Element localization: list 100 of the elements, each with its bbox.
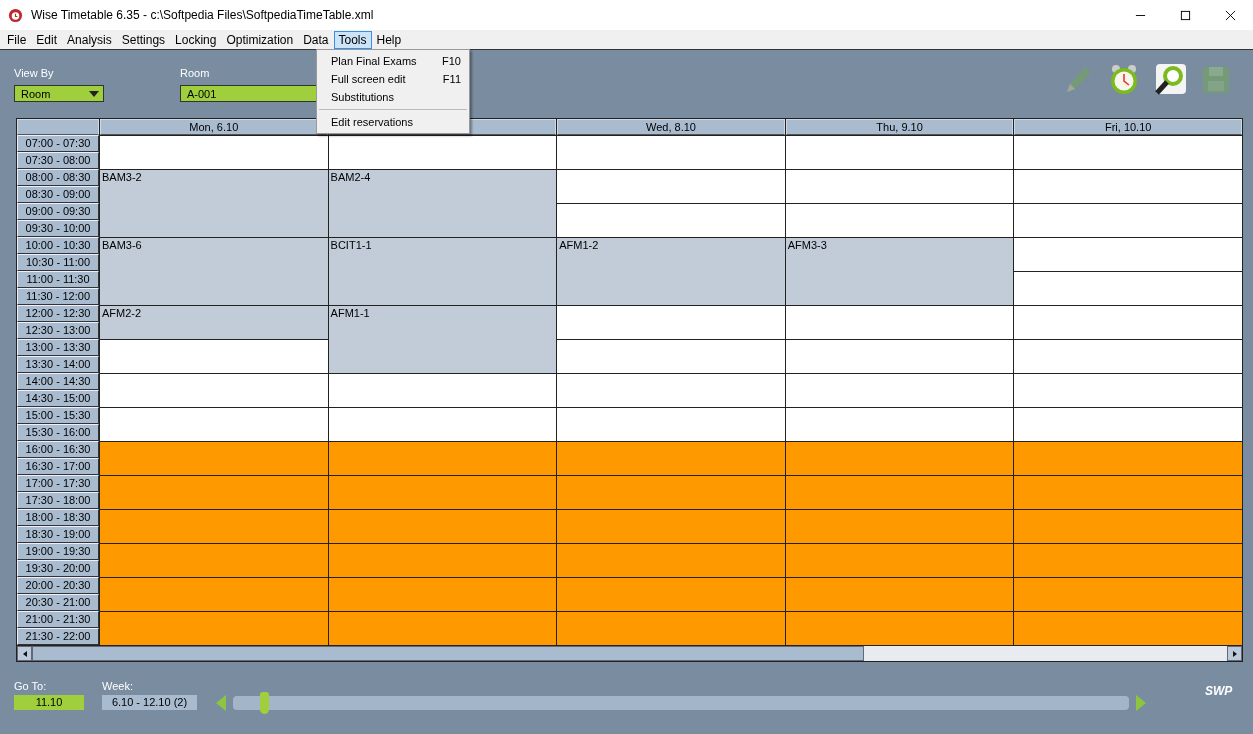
time-slot-label: 19:00 - 19:30	[17, 543, 99, 560]
lesson-cell[interactable]: AFM1-1	[328, 305, 557, 373]
unavailable-cell[interactable]	[1014, 611, 1242, 645]
unavailable-cell[interactable]	[100, 441, 328, 475]
day-header: Mon, 6.10	[100, 119, 328, 135]
time-slot-label: 16:00 - 16:30	[17, 441, 99, 458]
lesson-cell[interactable]: AFM3-3	[785, 237, 1014, 305]
time-slot-label: 08:00 - 08:30	[17, 169, 99, 186]
scroll-right-button[interactable]	[1227, 646, 1242, 661]
unavailable-cell[interactable]	[1014, 475, 1242, 509]
time-slot-label: 17:00 - 17:30	[17, 475, 99, 492]
unavailable-cell[interactable]	[557, 577, 785, 611]
time-slot-label: 12:00 - 12:30	[17, 305, 99, 322]
window-title: Wise Timetable 6.35 - c:\Softpedia Files\SoftpediaTimeTable.xml	[31, 8, 375, 22]
lesson-cell[interactable]: BAM2-4	[328, 169, 557, 237]
unavailable-cell[interactable]	[100, 577, 328, 611]
menu-item[interactable]: Settings	[116, 30, 171, 49]
time-slot-label: 20:00 - 20:30	[17, 577, 99, 594]
time-slot-label: 14:00 - 14:30	[17, 373, 99, 390]
menu-item[interactable]: Help	[371, 30, 407, 49]
time-slot-label: 19:30 - 20:00	[17, 560, 99, 577]
unavailable-cell[interactable]	[785, 577, 1014, 611]
unavailable-cell[interactable]	[100, 509, 328, 543]
time-slot-label: 11:30 - 12:00	[17, 288, 99, 305]
field-label: Week:	[102, 680, 134, 692]
time-slot-label: 10:00 - 10:30	[17, 237, 99, 254]
unavailable-cell[interactable]	[328, 475, 557, 509]
unavailable-cell[interactable]	[557, 611, 785, 645]
day-header: Thu, 9.10	[785, 119, 1014, 135]
unavailable-cell[interactable]	[785, 509, 1014, 543]
time-slot-label: 13:00 - 13:30	[17, 339, 99, 356]
time-slot-label: 08:30 - 09:00	[17, 186, 99, 203]
unavailable-cell[interactable]	[785, 441, 1014, 475]
menu-entry[interactable]: Plan Final Exams F10	[317, 52, 469, 70]
time-slot-label: 21:30 - 22:00	[17, 628, 99, 645]
lesson-cell[interactable]: AFM1-2	[557, 237, 785, 305]
unavailable-cell[interactable]	[328, 577, 557, 611]
unavailable-cell[interactable]	[1014, 543, 1242, 577]
logo-text: SWP	[1205, 683, 1233, 698]
menu-entry[interactable]: Full screen edit F11	[317, 70, 469, 88]
menu-item[interactable]: File	[2, 30, 32, 49]
field-label: View By	[14, 67, 55, 79]
close-icon[interactable]	[1225, 9, 1236, 21]
day-header: Wed, 8.10	[557, 119, 785, 135]
unavailable-cell[interactable]	[785, 475, 1014, 509]
time-slot-label: 15:00 - 15:30	[17, 407, 99, 424]
unavailable-cell[interactable]	[557, 509, 785, 543]
unavailable-cell[interactable]	[1014, 441, 1242, 475]
time-slot-label: 07:00 - 07:30	[17, 135, 99, 152]
time-slot-label: 09:30 - 10:00	[17, 220, 99, 237]
unavailable-cell[interactable]	[100, 475, 328, 509]
menu-item[interactable]: Locking	[170, 30, 222, 49]
caret-icon	[89, 90, 99, 97]
time-slot-label: 15:30 - 16:00	[17, 424, 99, 441]
unavailable-cell[interactable]	[328, 509, 557, 543]
day-header: Fri, 10.10	[1014, 119, 1242, 135]
unavailable-cell[interactable]	[557, 441, 785, 475]
unavailable-cell[interactable]	[557, 543, 785, 577]
unavailable-cell[interactable]	[1014, 577, 1242, 611]
unavailable-cell[interactable]	[100, 611, 328, 645]
time-slot-label: 16:30 - 17:00	[17, 458, 99, 475]
unavailable-cell[interactable]	[785, 611, 1014, 645]
unavailable-cell[interactable]	[328, 611, 557, 645]
scroll-left-button[interactable]	[17, 646, 32, 661]
menu-item[interactable]: Edit	[31, 30, 63, 49]
horizontal-scrollbar[interactable]	[17, 645, 1242, 661]
time-slot-label: 20:30 - 21:00	[17, 594, 99, 611]
time-slot-label: 17:30 - 18:00	[17, 492, 99, 509]
unavailable-cell[interactable]	[328, 543, 557, 577]
menu-entry[interactable]: Substitutions	[317, 88, 469, 106]
unavailable-cell[interactable]	[1014, 509, 1242, 543]
unavailable-cell[interactable]	[328, 441, 557, 475]
time-slot-label: 11:00 - 11:30	[17, 271, 99, 288]
maximize-icon[interactable]	[1180, 9, 1191, 21]
field-label: Go To:	[14, 680, 48, 692]
unavailable-cell[interactable]	[785, 543, 1014, 577]
combo-box[interactable]: Room	[14, 85, 104, 102]
unavailable-cell[interactable]	[100, 543, 328, 577]
time-slot-label: 18:30 - 19:00	[17, 526, 99, 543]
scrollbar-thumb[interactable]	[32, 646, 864, 661]
lesson-cell[interactable]: BAM3-2	[100, 169, 328, 237]
lesson-cell[interactable]: BCIT1-1	[328, 237, 557, 305]
time-slot-label: 13:30 - 14:00	[17, 356, 99, 373]
menu-item[interactable]: Optimization	[221, 30, 299, 49]
time-slot-label: 10:30 - 11:00	[17, 254, 99, 271]
menu-item[interactable]: Tools	[333, 30, 372, 49]
time-slot-label: 21:00 - 21:30	[17, 611, 99, 628]
right-arrow-icon	[1230, 649, 1239, 658]
time-slot-label: 12:30 - 13:00	[17, 322, 99, 339]
menu-item[interactable]: Data	[298, 30, 334, 49]
search-icon[interactable]	[1153, 63, 1187, 97]
app-icon	[8, 7, 23, 23]
unavailable-cell[interactable]	[557, 475, 785, 509]
lesson-cell[interactable]: BAM3-6	[100, 237, 328, 305]
menu-item[interactable]: Analysis	[62, 30, 117, 49]
go-to-field[interactable]: 11.10	[14, 695, 84, 710]
time-slot-label: 09:00 - 09:30	[17, 203, 99, 220]
time-slot-label: 14:30 - 15:00	[17, 390, 99, 407]
slider-thumb[interactable]	[259, 692, 269, 714]
week-range: 6.10 - 12.10 (2)	[102, 695, 197, 710]
